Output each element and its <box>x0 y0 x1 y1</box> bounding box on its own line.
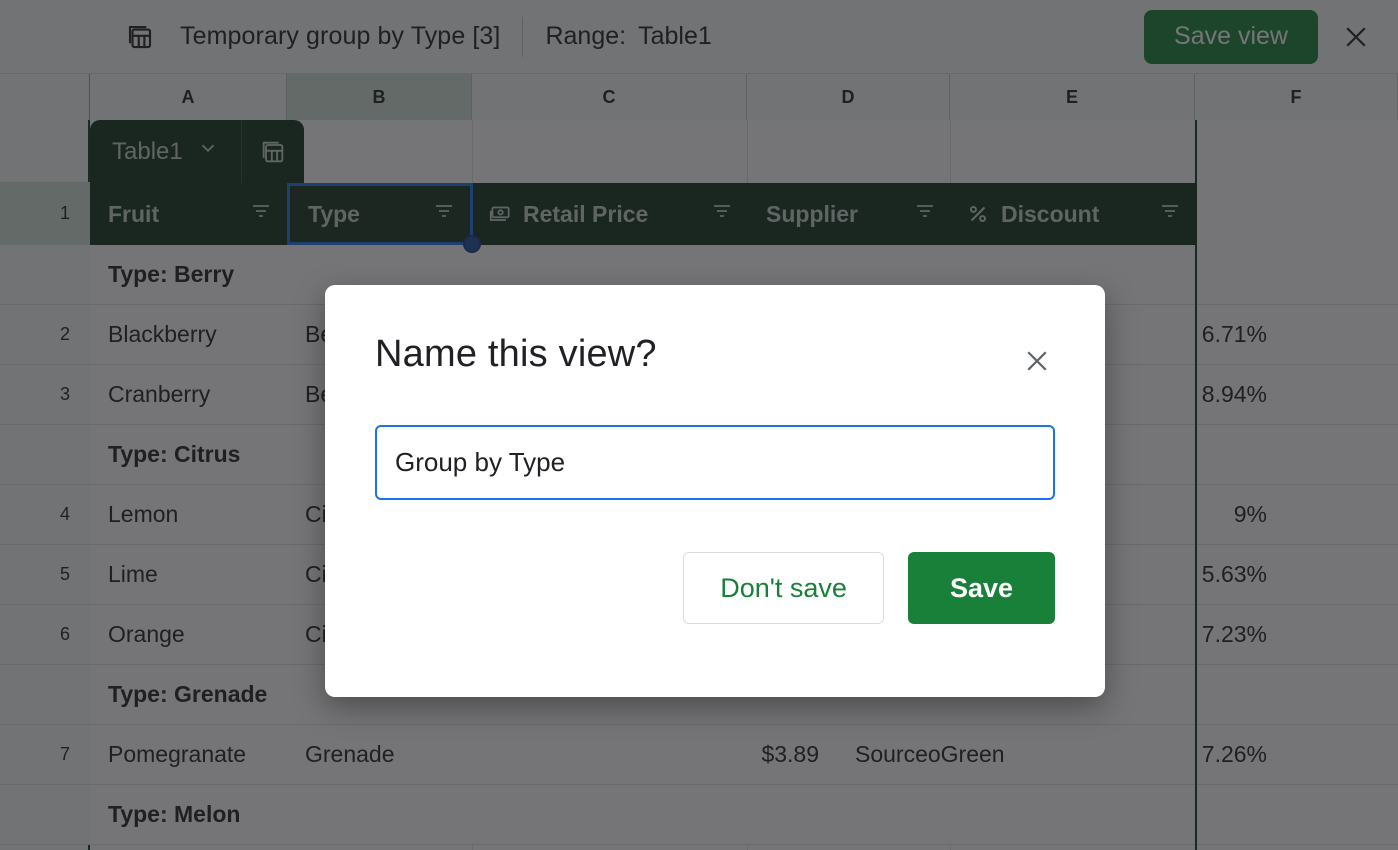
name-view-dialog: Name this view? Don't save Save <box>325 285 1105 697</box>
view-name-input[interactable] <box>375 425 1055 500</box>
dialog-header: Name this view? <box>375 333 1055 379</box>
app-root: Temporary group by Type [3] Range: Table… <box>0 0 1398 850</box>
save-button[interactable]: Save <box>907 552 1055 624</box>
dialog-actions: Don't save Save <box>375 552 1055 624</box>
dont-save-button[interactable]: Don't save <box>683 552 884 624</box>
dialog-input-wrap <box>375 425 1055 500</box>
dialog-title: Name this view? <box>375 333 657 375</box>
close-icon[interactable] <box>1019 343 1055 379</box>
